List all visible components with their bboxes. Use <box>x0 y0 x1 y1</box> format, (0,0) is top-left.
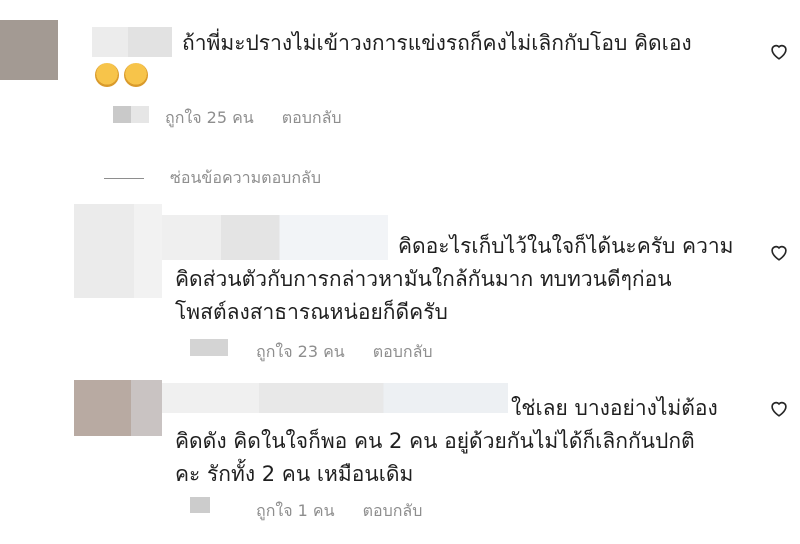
blurred-timestamp <box>190 497 210 513</box>
avatar[interactable] <box>74 380 162 436</box>
crying-face-emoji <box>95 63 119 87</box>
comment-text: ถ้าพี่มะปรางไม่เข้าวงการแข่งรถก็คงไม่เลิ… <box>182 31 692 55</box>
avatar[interactable] <box>74 204 162 298</box>
tears-of-joy-emoji <box>124 63 148 87</box>
blurred-timestamp <box>113 106 149 123</box>
heart-icon[interactable] <box>768 241 790 263</box>
heart-icon[interactable] <box>768 397 790 419</box>
reply-button[interactable]: ตอบกลับ <box>282 106 342 131</box>
divider-line <box>104 178 144 179</box>
reply-button[interactable]: ตอบกลับ <box>373 340 433 365</box>
hide-replies-label: ซ่อนข้อความตอบกลับ <box>170 168 321 187</box>
like-count[interactable]: ถูกใจ 25 คน <box>165 106 254 131</box>
comment-meta: ถูกใจ 1 คน ตอบกลับ <box>256 499 422 524</box>
heart-icon[interactable] <box>768 40 790 62</box>
like-count[interactable]: ถูกใจ 23 คน <box>256 340 345 365</box>
comment-meta: ถูกใจ 23 คน ตอบกลับ <box>256 340 433 365</box>
blurred-username[interactable] <box>92 27 172 57</box>
comment-text: คิดอะไรเก็บไว้ในใจก็ได้นะครับ ความ คิดส่… <box>175 234 734 324</box>
reply-button[interactable]: ตอบกลับ <box>363 499 423 524</box>
avatar[interactable] <box>0 20 58 80</box>
comment-text: ใช่เลย บางอย่างไม่ต้อง คิดดัง คิดในใจก็พ… <box>175 396 718 486</box>
comment-meta: ถูกใจ 25 คน ตอบกลับ <box>165 106 342 131</box>
blurred-timestamp <box>190 339 228 356</box>
like-count[interactable]: ถูกใจ 1 คน <box>256 499 335 524</box>
hide-replies-toggle[interactable]: ซ่อนข้อความตอบกลับ <box>104 166 321 191</box>
